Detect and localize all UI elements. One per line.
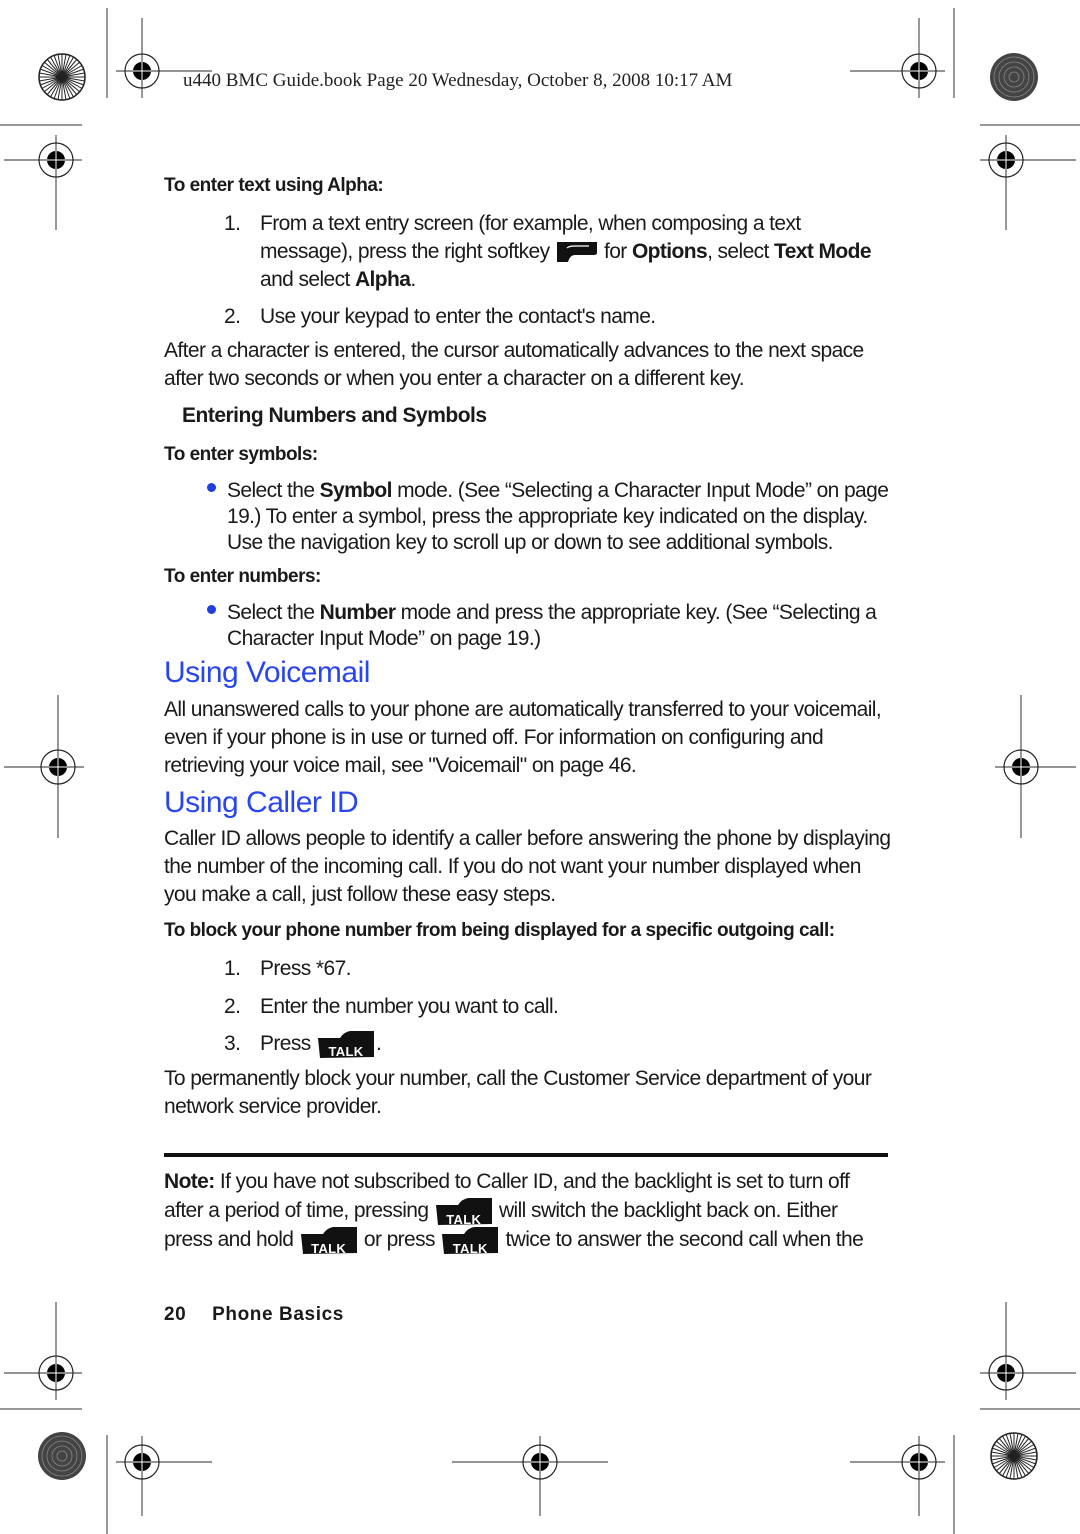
block-number-subheading: To block your phone number from being di… bbox=[164, 920, 835, 941]
note-label: Note: bbox=[164, 1170, 215, 1193]
talk-key-icon: TALK bbox=[440, 1226, 500, 1256]
talk-key-icon: TALK bbox=[299, 1226, 359, 1256]
caller-id-title: Using Caller ID bbox=[164, 786, 359, 819]
caller-id-step-3: 3. Press TALK . bbox=[224, 1030, 382, 1059]
voicemail-title: Using Voicemail bbox=[164, 656, 370, 689]
caller-id-step-1: 1. Press *67. bbox=[224, 957, 351, 980]
bullet-icon bbox=[207, 605, 216, 614]
numbers-bullet: Select the Number mode and press the app… bbox=[227, 601, 877, 650]
caller-id-step-2: 2. Enter the number you want to call. bbox=[224, 995, 559, 1018]
print-header-line: u440 BMC Guide.book Page 20 Wednesday, O… bbox=[183, 70, 733, 91]
talk-key-icon: TALK bbox=[434, 1197, 494, 1227]
step-number: 1. bbox=[224, 212, 241, 235]
symbols-subheading: To enter symbols: bbox=[164, 444, 318, 465]
numbers-symbols-heading: Entering Numbers and Symbols bbox=[182, 404, 487, 427]
starburst-mark-bottom-right bbox=[990, 1432, 1038, 1480]
page-footer: 20 Phone Basics bbox=[164, 1304, 344, 1326]
permanent-block-paragraph: To permanently block your number, call t… bbox=[164, 1067, 872, 1118]
alpha-step-1: 1. From a text entry screen (for example,… bbox=[224, 210, 801, 238]
concentric-mark-bottom-left bbox=[38, 1432, 86, 1480]
alpha-paragraph: After a character is entered, the cursor… bbox=[164, 339, 864, 390]
alpha-subheading: To enter text using Alpha: bbox=[164, 175, 384, 196]
alpha-step-1-line-2: message), press the right softkey for Op… bbox=[260, 240, 872, 264]
page-number: 20 bbox=[164, 1304, 187, 1325]
section-name: Phone Basics bbox=[212, 1304, 344, 1325]
starburst-mark-top-left bbox=[38, 53, 86, 101]
note-divider bbox=[164, 1153, 888, 1157]
alpha-step-2: 2. Use your keypad to enter the contact's… bbox=[224, 305, 656, 328]
concentric-mark-top-right bbox=[990, 53, 1038, 101]
talk-key-icon: TALK bbox=[316, 1030, 376, 1059]
note-block: Note: If you have not subscribed to Call… bbox=[164, 1170, 864, 1256]
right-softkey-icon bbox=[555, 240, 599, 264]
caller-id-paragraph: Caller ID allows people to identify a ca… bbox=[164, 827, 891, 906]
bullet-icon bbox=[207, 483, 216, 492]
voicemail-paragraph: All unanswered calls to your phone are a… bbox=[164, 698, 882, 777]
symbols-bullet: Select the Symbol mode. (See “Selecting … bbox=[227, 479, 889, 554]
alpha-step-1-line-3: and select Alpha. bbox=[260, 268, 416, 291]
numbers-subheading: To enter numbers: bbox=[164, 566, 321, 587]
